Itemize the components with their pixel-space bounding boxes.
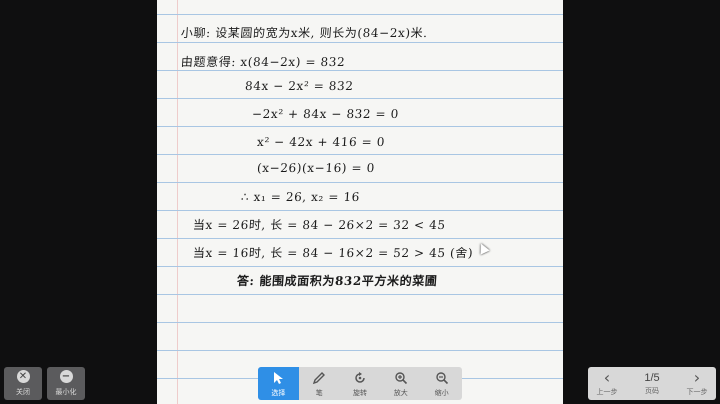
ruled-line [157, 70, 563, 71]
pen-tool-button[interactable]: 笔 [299, 367, 340, 400]
minimize-label: 最小化 [55, 388, 77, 396]
pen-tool-label: 笔 [315, 388, 323, 397]
rotate-tool-button[interactable]: 旋转 [340, 367, 381, 400]
prev-step-label: 上一步 [596, 387, 618, 396]
ruled-line [157, 238, 563, 239]
zoom-out-tool-button[interactable]: 缩小 [421, 367, 462, 400]
note-line-5: x² − 42x + 416 = 0 [256, 135, 386, 149]
note-line-1: 小聊: 设某圆的宽为x米, 则长为(84−2x)米. [180, 26, 429, 40]
page-margin-line [177, 0, 178, 404]
page-label: 页码 [645, 386, 659, 395]
zoom-in-icon [393, 370, 409, 386]
tool-bar: 选择 笔 旋转 放大 缩小 [258, 367, 462, 400]
next-step-button[interactable]: › 下一步 [678, 367, 716, 400]
note-line-9: 当x = 16时, 长 = 84 − 16×2 = 52 > 45 (舍) [192, 246, 474, 260]
close-icon: ✕ [16, 370, 30, 383]
chevron-left-icon: ‹ [603, 367, 611, 387]
ruled-line [157, 42, 563, 43]
ruled-line [157, 154, 563, 155]
pen-icon [311, 370, 327, 386]
chevron-right-icon: › [693, 367, 701, 387]
note-line-2: 由题意得: x(84−2x) = 832 [180, 55, 346, 69]
minimize-button[interactable]: − 最小化 [47, 367, 85, 400]
select-tool-button[interactable]: 选择 [258, 367, 299, 400]
note-line-6: (x−26)(x−16) = 0 [256, 161, 376, 175]
ruled-line [157, 182, 563, 183]
select-tool-label: 选择 [271, 388, 286, 397]
ruled-line [157, 294, 563, 295]
note-line-8: 当x = 26时, 长 = 84 − 26×2 = 32 < 45 [192, 218, 447, 232]
close-button[interactable]: ✕ 关闭 [4, 367, 42, 400]
ruled-line [157, 14, 563, 15]
note-line-4: −2x² + 84x − 832 = 0 [251, 107, 400, 121]
zoom-in-tool-label: 放大 [393, 388, 408, 397]
note-line-3: 84x − 2x² = 832 [244, 79, 355, 93]
ruled-line [157, 322, 563, 323]
rotate-tool-label: 旋转 [352, 388, 367, 397]
zoom-out-tool-label: 缩小 [434, 388, 449, 397]
rotate-icon [352, 370, 368, 386]
cursor-icon [270, 370, 286, 386]
ruled-line [157, 266, 563, 267]
page-navigator: ‹ 上一步 1/5 页码 › 下一步 [588, 367, 716, 400]
page-number: 1/5 [644, 371, 660, 384]
ruled-line [157, 126, 563, 127]
next-step-label: 下一步 [686, 387, 708, 396]
prev-step-button[interactable]: ‹ 上一步 [588, 367, 626, 400]
ruled-line [157, 350, 563, 351]
zoom-in-tool-button[interactable]: 放大 [380, 367, 421, 400]
ruled-line [157, 98, 563, 99]
minimize-icon: − [59, 370, 73, 383]
note-answer: 答: 能围成面积为832平方米的菜圃 [236, 274, 438, 288]
mouse-cursor-icon [476, 241, 490, 255]
zoom-out-icon [434, 370, 450, 386]
close-label: 关闭 [16, 388, 30, 396]
ruled-line [157, 210, 563, 211]
note-line-7: ∴ x₁ = 26, x₂ = 16 [240, 190, 361, 204]
page-indicator[interactable]: 1/5 页码 [626, 367, 678, 400]
notebook-page: 小聊: 设某圆的宽为x米, 则长为(84−2x)米. 由题意得: x(84−2x… [157, 0, 563, 404]
